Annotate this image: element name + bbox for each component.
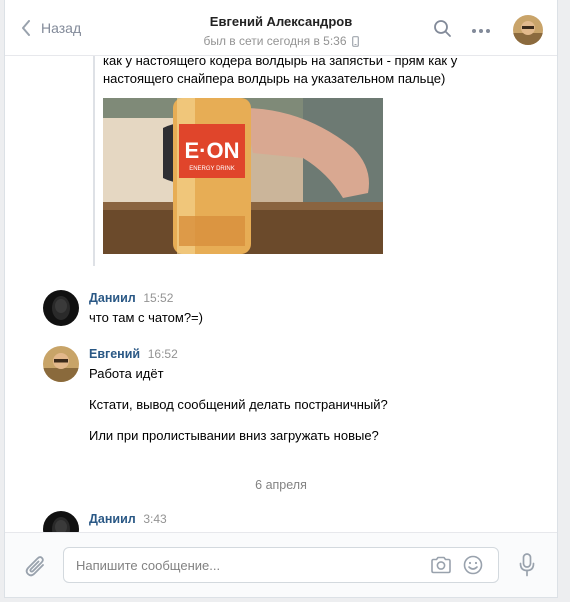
message-text: Работа идёт [89, 366, 164, 381]
author-avatar[interactable] [43, 346, 79, 382]
mobile-icon [351, 35, 359, 47]
attached-photo[interactable]: E·ON ENERGY DRINK [103, 98, 383, 254]
camera-button[interactable] [430, 556, 452, 577]
peer-avatar[interactable] [513, 15, 543, 45]
message-text: Кстати, вывод сообщений делать постранич… [89, 397, 388, 412]
message-composer [5, 532, 557, 597]
chat-header: Назад Евгений Александров был в сети сег… [5, 0, 557, 56]
author-name[interactable]: Евгений [89, 347, 140, 361]
message-time[interactable]: 3:43 [143, 512, 166, 526]
message-history[interactable]: как у настоящего кодера волдырь на запяс… [5, 56, 557, 532]
message-text: что там с чатом?=) [89, 310, 203, 325]
message-time[interactable]: 16:52 [148, 347, 178, 361]
forwarded-line: настоящего снайпера волдырь на указатель… [103, 71, 446, 86]
message-input[interactable] [76, 548, 416, 582]
attach-button[interactable] [25, 555, 47, 582]
author-avatar[interactable] [43, 511, 79, 532]
message-input-box [63, 547, 499, 583]
forwarded-message: как у настоящего кодера волдырь на запяс… [93, 56, 457, 266]
search-button[interactable] [433, 19, 452, 41]
search-icon [434, 20, 451, 37]
message-author: Евгений 16:52 [89, 346, 178, 361]
camera-icon [431, 556, 451, 574]
smile-icon [463, 555, 483, 575]
peer-status-text: был в сети сегодня в 5:36 [203, 34, 347, 48]
more-actions-button[interactable] [471, 22, 491, 37]
message-author: Даниил 15:52 [89, 290, 173, 305]
author-avatar[interactable] [43, 290, 79, 326]
message-text: Или при пролистывании вниз загружать нов… [89, 428, 379, 443]
forwarded-text: как у настоящего кодера волдырь на запяс… [103, 56, 483, 88]
author-name[interactable]: Даниил [89, 512, 136, 526]
voice-message-button[interactable] [519, 553, 535, 580]
peer-status: был в сети сегодня в 5:36 [203, 34, 359, 48]
microphone-icon [519, 553, 535, 577]
message-author: Даниил 3:43 [89, 511, 167, 526]
paperclip-icon [25, 556, 44, 577]
chat-window: Назад Евгений Александров был в сети сег… [4, 0, 558, 598]
photo-brand-text: E·ON [185, 138, 240, 163]
more-dots-icon [472, 29, 490, 33]
date-separator: 6 апреля [255, 478, 307, 492]
message-time[interactable]: 15:52 [143, 291, 173, 305]
photo-sub-text: ENERGY DRINK [189, 166, 235, 172]
emoji-button[interactable] [463, 555, 483, 578]
author-name[interactable]: Даниил [89, 291, 136, 305]
forwarded-line: как у настоящего кодера волдырь на запяс… [103, 56, 458, 68]
